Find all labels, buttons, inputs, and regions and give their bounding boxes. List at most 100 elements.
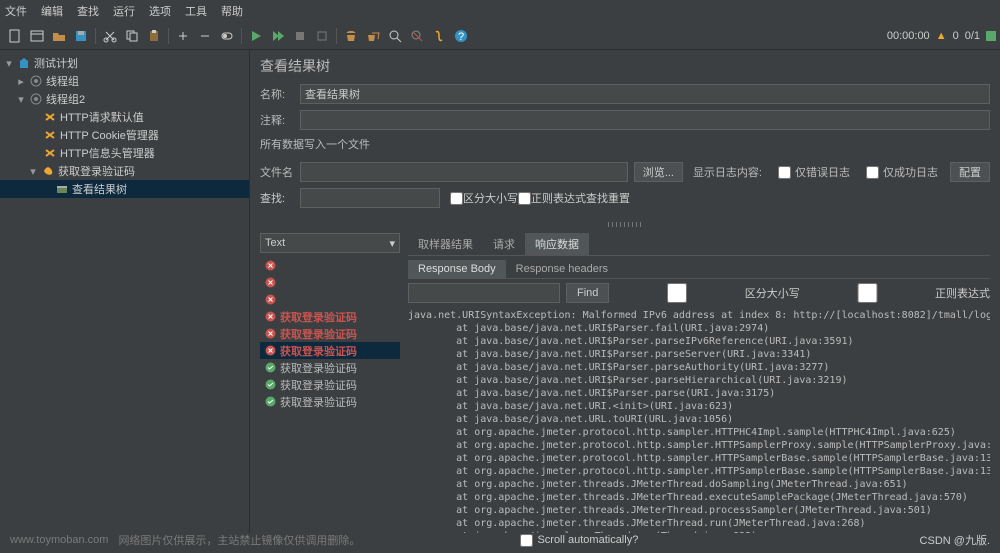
watermark-text: 网络图片仅供展示，主站禁止镜像仅供调用删除。 — [118, 532, 360, 548]
progress-indicator — [986, 31, 996, 41]
open-icon[interactable] — [50, 27, 68, 45]
case-sensitive-label: 区分大小写 — [463, 190, 518, 206]
tree-twisty[interactable]: ▾ — [28, 165, 38, 178]
browse-button[interactable]: 浏览... — [634, 162, 683, 182]
tree-node-thread-group[interactable]: 线程组 — [46, 73, 79, 89]
start-icon[interactable] — [247, 27, 265, 45]
cut-icon[interactable] — [101, 27, 119, 45]
start-no-pause-icon[interactable] — [269, 27, 287, 45]
display-mode-combo[interactable]: Text ▾ — [260, 233, 400, 253]
filename-input[interactable] — [300, 162, 628, 182]
shutdown-icon[interactable] — [313, 27, 331, 45]
menu-edit[interactable]: 编辑 — [41, 3, 63, 19]
save-icon[interactable] — [72, 27, 90, 45]
warning-count: 0 — [953, 30, 959, 42]
configure-button[interactable]: 配置 — [950, 162, 990, 182]
comment-label: 注释: — [260, 112, 300, 128]
menu-find[interactable]: 查找 — [77, 3, 99, 19]
detail-tabs: 取样器结果 请求 响应数据 — [408, 233, 990, 256]
tab-response-headers[interactable]: Response headers — [506, 260, 618, 278]
find-input[interactable] — [408, 283, 560, 303]
response-body-text[interactable]: java.net.URISyntaxException: Malformed I… — [408, 309, 990, 533]
expand-icon[interactable] — [174, 27, 192, 45]
find-button[interactable]: Find — [566, 283, 609, 303]
result-item[interactable]: 获取登录验证码 — [260, 342, 400, 359]
find-regex-checkbox[interactable] — [806, 283, 929, 303]
errors-only-label: 仅错误日志 — [795, 164, 850, 180]
menu-help[interactable]: 帮助 — [221, 3, 243, 19]
success-icon — [264, 379, 276, 391]
tree-twisty[interactable]: ▾ — [16, 93, 26, 106]
tree-node-cookie-manager[interactable]: HTTP Cookie管理器 — [60, 127, 159, 143]
result-item[interactable]: 获取登录验证码 — [260, 376, 400, 393]
split-handle[interactable] — [608, 222, 643, 227]
clear-icon[interactable] — [342, 27, 360, 45]
tree-node-test-plan[interactable]: 测试计划 — [34, 55, 78, 71]
menu-options[interactable]: 选项 — [149, 3, 171, 19]
tree-node-sampler[interactable]: 获取登录验证码 — [58, 163, 135, 179]
chevron-down-icon: ▾ — [389, 237, 395, 250]
stop-icon[interactable] — [291, 27, 309, 45]
menu-file[interactable]: 文件 — [5, 3, 27, 19]
tree-node-results-tree[interactable]: 查看结果树 — [72, 181, 127, 197]
tree-node-thread-group2[interactable]: 线程组2 — [46, 91, 85, 107]
error-icon — [264, 294, 276, 306]
reset-button[interactable]: 重置 — [608, 190, 630, 206]
errors-only-checkbox[interactable] — [778, 166, 791, 179]
help-icon[interactable]: ? — [452, 27, 470, 45]
results-list[interactable]: 获取登录验证码获取登录验证码获取登录验证码获取登录验证码获取登录验证码获取登录验… — [260, 257, 400, 533]
result-item[interactable] — [260, 257, 400, 274]
tree-node-http-defaults[interactable]: HTTP请求默认值 — [60, 109, 144, 125]
menu-tools[interactable]: 工具 — [185, 3, 207, 19]
result-item[interactable] — [260, 291, 400, 308]
error-icon — [264, 311, 276, 323]
result-item[interactable] — [260, 274, 400, 291]
search-icon[interactable] — [386, 27, 404, 45]
copy-icon[interactable] — [123, 27, 141, 45]
result-item[interactable]: 获取登录验证码 — [260, 308, 400, 325]
clear-all-icon[interactable] — [364, 27, 382, 45]
result-label: 获取登录验证码 — [280, 309, 357, 325]
watermark-url: www.toymoban.com — [10, 534, 108, 546]
tree-node-header-manager[interactable]: HTTP信息头管理器 — [60, 145, 155, 161]
paste-icon[interactable] — [145, 27, 163, 45]
error-icon — [264, 277, 276, 289]
new-icon[interactable] — [6, 27, 24, 45]
csdn-watermark: CSDN @九版. — [920, 532, 990, 548]
tab-response-body[interactable]: Response Body — [408, 260, 506, 278]
tree-twisty[interactable]: ▾ — [4, 57, 14, 70]
reset-search-icon[interactable] — [408, 27, 426, 45]
result-label: 获取登录验证码 — [280, 343, 357, 359]
success-only-checkbox[interactable] — [866, 166, 879, 179]
regex-checkbox[interactable] — [518, 192, 531, 205]
search-label: 查找: — [260, 190, 300, 206]
tab-sampler-result[interactable]: 取样器结果 — [408, 233, 483, 255]
search-button[interactable]: 查找 — [586, 190, 608, 206]
result-item[interactable]: 获取登录验证码 — [260, 393, 400, 410]
content-panel: 查看结果树 名称: 注释: 所有数据写入一个文件 文件名 浏览... 显示日志内… — [250, 50, 1000, 533]
find-case-checkbox[interactable] — [615, 283, 738, 303]
toggle-icon[interactable] — [218, 27, 236, 45]
result-item[interactable]: 获取登录验证码 — [260, 325, 400, 342]
tab-request[interactable]: 请求 — [483, 233, 525, 255]
success-only-label: 仅成功日志 — [883, 164, 938, 180]
svg-text:?: ? — [458, 31, 464, 43]
collapse-icon[interactable] — [196, 27, 214, 45]
templates-icon[interactable] — [28, 27, 46, 45]
timer-display: 00:00:00 — [887, 30, 930, 42]
result-item[interactable]: 获取登录验证码 — [260, 359, 400, 376]
search-input[interactable] — [300, 188, 440, 208]
thread-group-icon — [29, 92, 43, 106]
test-plan-tree[interactable]: ▾ 测试计划 ▸ 线程组 ▾ 线程组2 HTTP请求默认值 HTTP Cooki… — [0, 50, 250, 533]
regex-label: 正则表达式 — [531, 190, 586, 206]
case-sensitive-checkbox[interactable] — [450, 192, 463, 205]
function-helper-icon[interactable] — [430, 27, 448, 45]
tree-twisty[interactable]: ▸ — [16, 75, 26, 88]
menu-run[interactable]: 运行 — [113, 3, 135, 19]
name-input[interactable] — [300, 84, 990, 104]
comment-input[interactable] — [300, 110, 990, 130]
toolbar: ? 00:00:00 ▲ 0 0/1 — [0, 22, 1000, 50]
tab-response-data[interactable]: 响应数据 — [525, 233, 589, 255]
scroll-auto-checkbox[interactable] — [520, 534, 533, 547]
result-label: 获取登录验证码 — [280, 394, 357, 410]
